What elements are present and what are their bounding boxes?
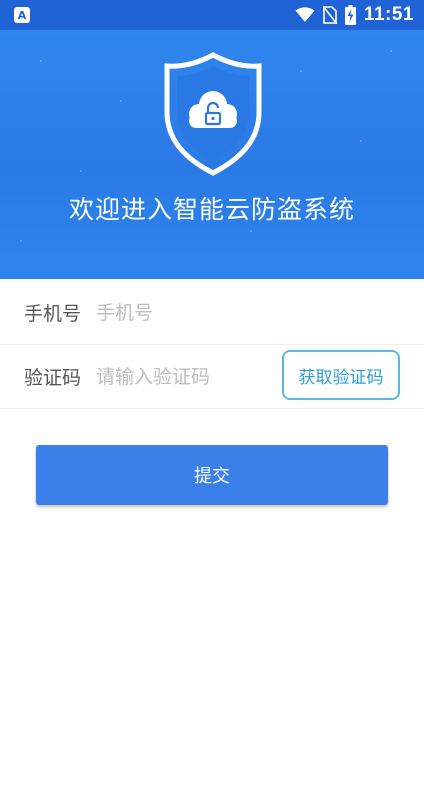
get-verification-code-button[interactable]: 获取验证码 bbox=[282, 350, 400, 400]
status-bar: A 11:51 bbox=[0, 0, 424, 30]
welcome-title: 欢迎进入智能云防盗系统 bbox=[68, 195, 355, 224]
verification-code-row: 验证码 获取验证码 bbox=[0, 345, 424, 409]
verification-code-label: 验证码 bbox=[24, 367, 82, 389]
verification-code-input[interactable] bbox=[96, 356, 266, 397]
status-right: 11:51 bbox=[295, 4, 414, 26]
no-sim-icon bbox=[322, 6, 337, 24]
submit-button[interactable]: 提交 bbox=[36, 445, 388, 505]
app-notification-icon: A bbox=[14, 7, 30, 23]
status-left: A bbox=[14, 7, 30, 23]
phone-row: 手机号 bbox=[0, 281, 424, 345]
wifi-icon bbox=[295, 7, 315, 22]
shield-cloud-lock-icon bbox=[164, 52, 262, 176]
phone-label: 手机号 bbox=[24, 303, 82, 325]
battery-charging-icon bbox=[344, 5, 356, 25]
status-time: 11:51 bbox=[363, 4, 414, 25]
phone-input[interactable] bbox=[96, 292, 266, 333]
welcome-banner: 欢迎进入智能云防盗系统 bbox=[0, 30, 424, 279]
